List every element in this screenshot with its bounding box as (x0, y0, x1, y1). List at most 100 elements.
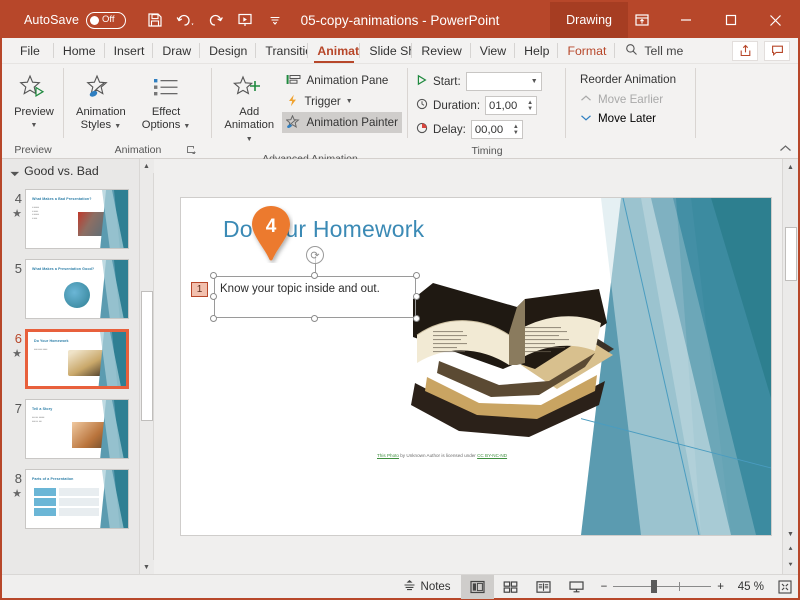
list-item[interactable]: 8 ★ Parts of a Presentation (2, 464, 153, 534)
chevron-down-icon[interactable]: ▼ (531, 78, 538, 85)
list-item[interactable]: 6 ★ Do Your Homework ▪▪▪▪ ▪▪▪▪ ▪▪▪▪▪ (2, 324, 153, 394)
scroll-up-icon[interactable]: ▲ (139, 159, 154, 173)
minimize-icon[interactable] (663, 2, 708, 38)
animation-styles-button[interactable]: Animation Styles ▼ (70, 69, 132, 136)
comments-icon[interactable] (764, 40, 790, 61)
resize-handle-s[interactable] (311, 315, 318, 322)
customize-quick-access-icon[interactable] (260, 6, 290, 34)
start-dropdown[interactable]: ▼ (465, 72, 542, 91)
collapse-ribbon-icon[interactable] (779, 144, 792, 156)
chevron-down-icon[interactable]: ▼ (346, 98, 353, 105)
tab-help[interactable]: Help (515, 38, 559, 63)
animation-order-badge[interactable]: 1 (191, 282, 208, 297)
save-icon[interactable] (140, 6, 170, 34)
move-later-button[interactable]: Move Later (572, 109, 682, 128)
reading-view-icon[interactable] (527, 575, 560, 599)
zoom-slider-thumb[interactable] (651, 580, 658, 593)
list-item[interactable]: 7 Tell a Story ▪▪▪ ▪▪▪ ▪▪▪▪▪▪ ▪▪▪▪ ▪▪ ▪▪▪ (2, 394, 153, 464)
tab-format[interactable]: Format (558, 38, 616, 63)
slide-thumbnail[interactable]: Tell a Story ▪▪▪ ▪▪▪ ▪▪▪▪▪▪ ▪▪▪▪ ▪▪ ▪▪▪ (25, 399, 129, 459)
thumbnail-scrollbar[interactable]: ▲ ▼ (139, 159, 154, 574)
ribbon-display-options-icon[interactable] (621, 2, 663, 38)
chevron-down-icon[interactable]: ▼ (31, 119, 38, 132)
tab-home[interactable]: Home (54, 38, 105, 63)
tab-animations[interactable]: Animatic (308, 38, 361, 63)
scrollbar-track[interactable] (784, 175, 798, 526)
tab-design[interactable]: Design (200, 38, 257, 63)
tab-transitions[interactable]: Transitio (256, 38, 309, 63)
start-presentation-icon[interactable] (230, 6, 260, 34)
tab-view[interactable]: View (471, 38, 516, 63)
resize-handle-nw[interactable] (210, 272, 217, 279)
chevron-down-icon[interactable]: ▼ (114, 123, 121, 130)
maximize-icon[interactable] (708, 2, 753, 38)
duration-input[interactable]: 01,00 ▲ ▼ (485, 96, 538, 115)
fit-slide-to-window-icon[interactable] (772, 575, 798, 599)
effect-options-button[interactable]: Effect Options ▼ (136, 69, 197, 136)
slide-sorter-icon[interactable] (494, 575, 527, 599)
resize-handle-w[interactable] (210, 293, 217, 300)
preview-button[interactable]: Preview ▼ (8, 69, 60, 135)
list-item[interactable]: 4 ★ What Makes a Bad Presentation? ▪ ▪▪▪… (2, 184, 153, 254)
scroll-down-icon[interactable]: ▼ (139, 560, 154, 574)
license-link[interactable]: CC BY-NC-ND (477, 453, 507, 458)
animation-pin-marker[interactable]: 4 (249, 205, 293, 263)
previous-slide-icon[interactable]: ⯅ (783, 542, 799, 558)
slide-canvas[interactable]: Do Your Homework This Photo by Unknown A… (181, 198, 771, 535)
resize-handle-e[interactable] (413, 293, 420, 300)
resize-handle-sw[interactable] (210, 315, 217, 322)
animation-painter-button[interactable]: Animation Painter (282, 112, 402, 133)
slide-thumbnail[interactable]: Parts of a Presentation (25, 469, 129, 529)
share-icon[interactable] (732, 40, 758, 61)
zoom-slider[interactable] (613, 580, 712, 593)
tab-insert[interactable]: Insert (105, 38, 154, 63)
resize-handle-ne[interactable] (413, 272, 420, 279)
triangle-collapse-icon[interactable]: ◢ (10, 166, 21, 177)
autosave-toggle[interactable]: Off (86, 11, 127, 29)
scroll-up-icon[interactable]: ▲ (783, 159, 799, 175)
tab-file[interactable]: File (2, 38, 54, 63)
tab-draw[interactable]: Draw (153, 38, 201, 63)
undo-icon[interactable] (170, 6, 200, 34)
contextual-tab-drawing[interactable]: Drawing (550, 2, 628, 38)
animation-pane-button[interactable]: Animation Pane (282, 70, 402, 91)
trigger-button[interactable]: Trigger ▼ (282, 91, 402, 112)
section-header[interactable]: ◢ Good vs. Bad (2, 159, 153, 182)
slide-thumbnail[interactable]: What Makes a Presentation Good? (25, 259, 129, 319)
scrollbar-thumb[interactable] (140, 291, 153, 421)
zoom-in-button[interactable]: + (717, 581, 724, 593)
delay-spinner[interactable]: ▲ ▼ (509, 124, 519, 136)
notes-button[interactable]: Notes (393, 575, 461, 599)
duration-spinner[interactable]: ▲ ▼ (523, 100, 533, 112)
normal-view-icon[interactable] (460, 574, 494, 599)
scroll-down-icon[interactable]: ▼ (783, 526, 799, 542)
slide-thumbnail[interactable]: What Makes a Bad Presentation? ▪ ▪▪▪▪▪▪ ▪… (25, 189, 129, 249)
add-animation-button[interactable]: Add Animation ▼ (218, 69, 280, 149)
chevron-down-icon[interactable]: ▼ (246, 136, 253, 143)
tell-me-search[interactable]: Tell me (615, 38, 691, 63)
chevron-down-icon[interactable]: ▼ (183, 123, 190, 130)
slide-thumbnail-selected[interactable]: Do Your Homework ▪▪▪▪ ▪▪▪▪ ▪▪▪▪▪ (25, 329, 129, 389)
tab-review[interactable]: Review (412, 38, 471, 63)
rotate-handle-icon[interactable]: ⟳ (306, 246, 324, 264)
resize-handle-se[interactable] (413, 315, 420, 322)
photo-link[interactable]: This Photo (377, 453, 399, 458)
slide-body-text[interactable]: Know your topic inside and out. (220, 283, 380, 295)
zoom-out-button[interactable]: − (601, 581, 608, 593)
zoom-percentage[interactable]: 45 % (730, 581, 764, 593)
autosave-control[interactable]: AutoSave Off (24, 11, 127, 29)
next-slide-icon[interactable]: ⯆ (783, 558, 799, 574)
resize-handle-n[interactable] (311, 272, 318, 279)
close-icon[interactable] (753, 2, 798, 38)
scrollbar-thumb[interactable] (784, 227, 797, 281)
canvas-vertical-scrollbar[interactable]: ▲ ▼ ⯅ ⯆ (782, 159, 798, 574)
list-item[interactable]: 5 What Makes a Presentation Good? (2, 254, 153, 324)
redo-icon[interactable] (200, 6, 230, 34)
thumbnail-list[interactable]: 4 ★ What Makes a Bad Presentation? ▪ ▪▪▪… (2, 182, 153, 574)
tab-slide-show[interactable]: Slide Sho (360, 38, 413, 63)
stack-of-open-books-photo[interactable] (399, 265, 619, 447)
scrollbar-track[interactable] (140, 173, 154, 560)
selected-text-placeholder[interactable]: ⟳ Know your topic inside and out. 1 (191, 246, 420, 322)
animation-dialog-launcher-icon[interactable] (187, 146, 196, 157)
slide-show-icon[interactable] (560, 575, 593, 599)
